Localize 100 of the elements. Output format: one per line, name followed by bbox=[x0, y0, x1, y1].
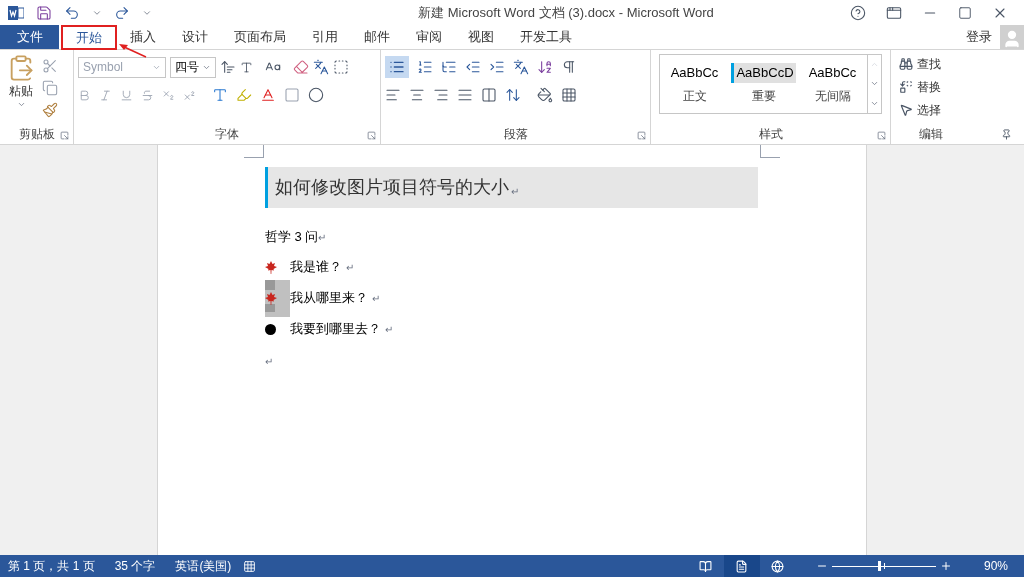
ribbon-display-icon[interactable] bbox=[886, 4, 902, 21]
align-center-icon[interactable] bbox=[409, 87, 425, 103]
shrink-font-icon[interactable] bbox=[240, 60, 253, 74]
editing-button[interactable]: 替换 bbox=[899, 77, 1016, 96]
text-effects-icon[interactable] bbox=[212, 87, 228, 103]
decrease-indent-icon[interactable] bbox=[465, 59, 481, 75]
paragraph-mark: ↵ bbox=[372, 291, 380, 306]
binoculars-icon bbox=[899, 56, 913, 71]
crop-mark bbox=[760, 145, 780, 158]
dialog-launcher-icon[interactable] bbox=[877, 131, 886, 140]
style-name: 正文 bbox=[682, 87, 707, 105]
group-label: 段落 bbox=[503, 126, 528, 143]
sign-in-link[interactable]: 登录 bbox=[966, 27, 992, 47]
paste-button[interactable]: 粘贴 bbox=[9, 82, 33, 100]
paragraph-mark: ↵ bbox=[346, 260, 354, 275]
eraser-icon[interactable] bbox=[293, 59, 309, 75]
numbering-icon[interactable] bbox=[417, 59, 433, 75]
ribbon-tab[interactable]: 插入 bbox=[117, 25, 169, 49]
style-name: 无间隔 bbox=[814, 87, 851, 105]
zoom-in-icon[interactable] bbox=[939, 560, 952, 572]
list-item-text: 我从哪里来？ bbox=[290, 289, 368, 308]
group-label: 编辑 bbox=[919, 126, 943, 143]
font-size-field[interactable]: 四号 bbox=[170, 56, 216, 78]
paragraph-mark: ↵ bbox=[511, 185, 519, 199]
align-right-icon[interactable] bbox=[433, 87, 449, 103]
zoom-slider[interactable] bbox=[831, 560, 936, 572]
pin-icon[interactable] bbox=[1001, 128, 1012, 140]
page-count[interactable]: 第 1 页，共 1 页 bbox=[8, 557, 95, 575]
ribbon-tab[interactable]: 审阅 bbox=[403, 25, 455, 49]
align-left-icon[interactable] bbox=[385, 87, 401, 103]
maximize-icon[interactable] bbox=[958, 5, 972, 20]
macro-icon[interactable] bbox=[243, 559, 257, 573]
heading: 如何修改图片项目符号的大小 bbox=[275, 176, 509, 199]
app-logo[interactable] bbox=[8, 4, 24, 21]
ribbon-tab[interactable]: 页面布局 bbox=[221, 25, 299, 49]
save-icon[interactable] bbox=[36, 4, 52, 21]
group-label: 样式 bbox=[758, 126, 783, 143]
increase-indent-icon[interactable] bbox=[489, 59, 505, 75]
multilevel-list-icon[interactable] bbox=[441, 59, 457, 75]
dialog-launcher-icon[interactable] bbox=[367, 131, 376, 140]
replace-icon bbox=[899, 79, 913, 94]
style-sample: AaBbCcD bbox=[731, 63, 796, 83]
line-spacing-icon[interactable] bbox=[505, 87, 521, 103]
bold-icon[interactable] bbox=[78, 88, 91, 102]
crop-mark bbox=[244, 145, 264, 158]
show-marks-icon[interactable] bbox=[561, 59, 577, 75]
asian-layout-icon[interactable] bbox=[513, 59, 529, 75]
pointer-icon bbox=[899, 102, 913, 117]
redo-icon[interactable] bbox=[114, 4, 130, 21]
web-view-icon bbox=[771, 559, 785, 573]
list-item-text: 我是谁？ bbox=[290, 258, 342, 277]
paragraph-mark: ↵ bbox=[265, 356, 273, 367]
help-icon[interactable] bbox=[850, 4, 866, 21]
paragraph-mark: ↵ bbox=[385, 322, 393, 337]
shading-icon[interactable] bbox=[537, 87, 553, 103]
view-button[interactable] bbox=[723, 555, 760, 577]
enclosed-character-icon[interactable] bbox=[308, 87, 324, 103]
strikethrough-icon[interactable] bbox=[141, 88, 154, 102]
style-sample: AaBbCc bbox=[669, 64, 720, 83]
read-view-icon bbox=[699, 559, 713, 573]
ribbon-tab[interactable]: 视图 bbox=[455, 25, 507, 49]
style-item[interactable]: AaBbCc 无间隔 bbox=[798, 63, 867, 105]
zoom-level[interactable]: 90% bbox=[983, 557, 1008, 575]
bullets-button[interactable] bbox=[385, 56, 409, 78]
ribbon-tab[interactable]: 开发工具 bbox=[507, 25, 585, 49]
phonetic-guide-icon[interactable] bbox=[313, 59, 329, 75]
intro-text: 哲学 3 问 bbox=[265, 228, 319, 247]
group-label: 剪贴板 bbox=[18, 126, 55, 143]
file-tab[interactable]: 文件 bbox=[0, 25, 59, 49]
dialog-launcher-icon[interactable] bbox=[60, 131, 69, 140]
grow-font-icon[interactable] bbox=[220, 59, 236, 75]
copy-icon[interactable] bbox=[42, 80, 58, 96]
zoom-thumb[interactable] bbox=[877, 561, 881, 571]
paragraph-mark: ↵ bbox=[318, 231, 327, 245]
window-title: 新建 Microsoft Word 文档 (3).docx - Microsoft Word bbox=[418, 3, 714, 22]
ribbon-tab[interactable]: 邮件 bbox=[351, 25, 403, 49]
format-painter-icon[interactable] bbox=[42, 102, 58, 118]
editing-button[interactable]: 选择 bbox=[899, 100, 1016, 119]
ribbon-tab[interactable]: 设计 bbox=[169, 25, 221, 49]
style-sample: AaBbCc bbox=[807, 64, 858, 83]
dialog-launcher-icon[interactable] bbox=[637, 131, 646, 140]
style-item[interactable]: AaBbCcD 重要 bbox=[729, 63, 798, 105]
print-view-icon bbox=[735, 559, 749, 573]
group-label: 字体 bbox=[215, 126, 239, 143]
annotation-arrow bbox=[118, 43, 148, 59]
font-color-icon[interactable] bbox=[260, 87, 276, 103]
word-count[interactable]: 35 个字 bbox=[114, 557, 156, 575]
caret-icon[interactable] bbox=[16, 100, 26, 109]
ribbon-tab[interactable]: 开始 bbox=[61, 25, 117, 50]
borders-icon[interactable] bbox=[561, 87, 577, 103]
language[interactable]: 英语(美国) bbox=[175, 557, 232, 575]
justify-icon[interactable] bbox=[457, 87, 473, 103]
style-item[interactable]: AaBbCc 正文 bbox=[660, 63, 729, 105]
ribbon-tab[interactable]: 引用 bbox=[299, 25, 351, 49]
style-name: 重要 bbox=[751, 87, 776, 105]
editing-button[interactable]: 查找 bbox=[899, 54, 1016, 73]
cut-icon[interactable] bbox=[42, 58, 58, 74]
distributed-icon[interactable] bbox=[481, 87, 497, 103]
sort-icon[interactable] bbox=[537, 59, 553, 75]
undo-icon[interactable] bbox=[64, 4, 80, 21]
